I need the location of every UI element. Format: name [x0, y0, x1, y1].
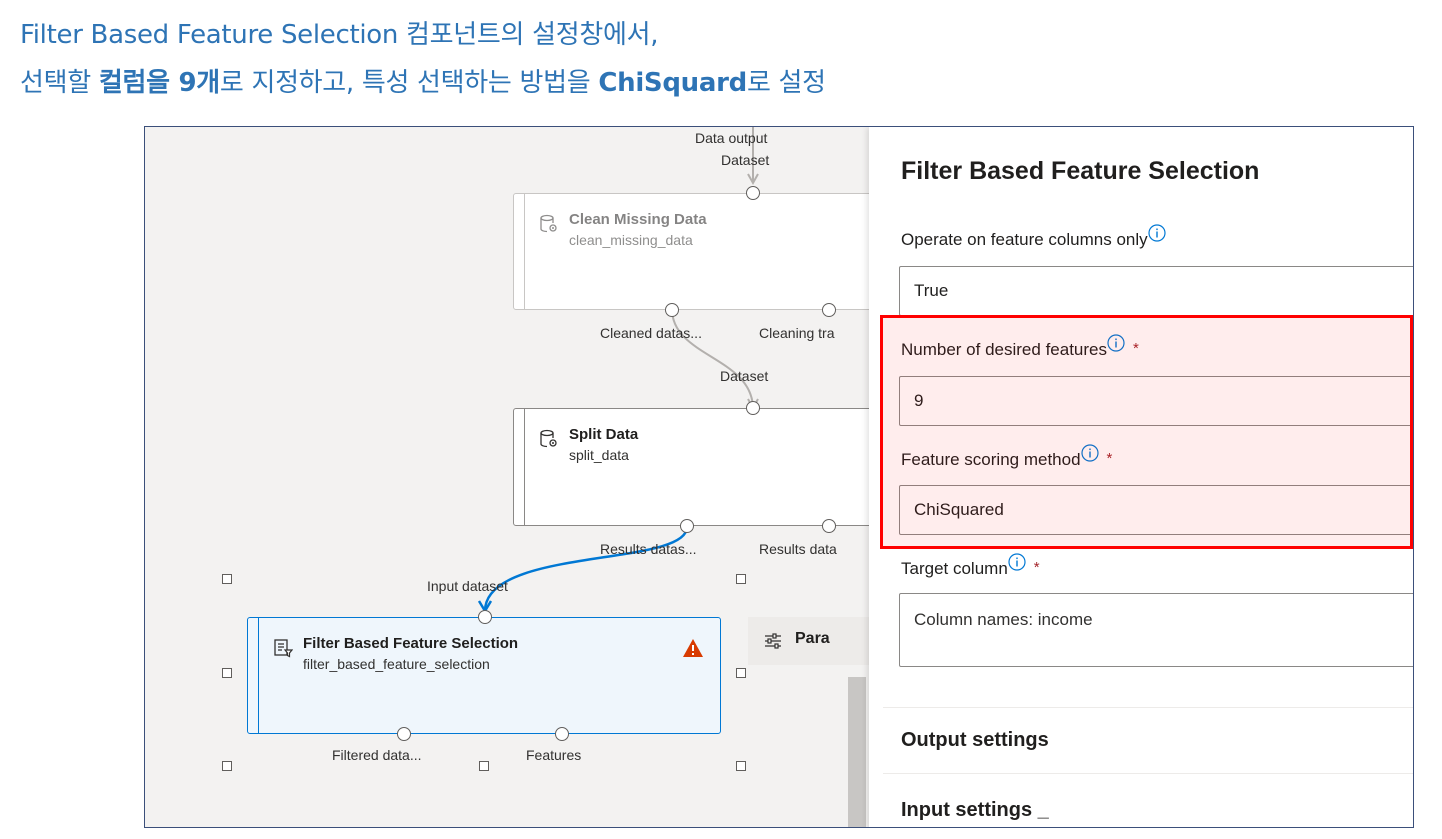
parameters-tab[interactable]: Para	[748, 617, 869, 665]
caption-text: 로 설정	[746, 68, 826, 98]
resize-handle[interactable]	[736, 761, 746, 771]
designer-screenshot: Data output Dataset Clean Missing Data c…	[144, 126, 1414, 828]
clean-to-split-connector	[671, 308, 754, 410]
node-title: Clean Missing Data	[569, 211, 707, 228]
operate-label: Operate on feature columns only	[901, 224, 1166, 250]
field-label-text: Target column	[901, 559, 1008, 578]
cleaned-dataset-label: Cleaned datas...	[600, 325, 702, 341]
filtered-dataset-port[interactable]	[397, 727, 411, 741]
resize-handle[interactable]	[479, 761, 489, 771]
output-settings-header[interactable]: Output settings	[901, 729, 1049, 752]
resize-handle[interactable]	[736, 574, 746, 584]
node-subtitle: filter_based_feature_selection	[303, 656, 490, 672]
cleaning-transform-port[interactable]	[822, 303, 836, 317]
node-title: Split Data	[569, 426, 639, 443]
features-port[interactable]	[555, 727, 569, 741]
node-title: Filter Based Feature Selection	[303, 635, 519, 652]
resize-handle[interactable]	[736, 668, 746, 678]
caption-line-1: Filter Based Feature Selection 컴포넌트의 설정창…	[20, 20, 659, 50]
field-label-text: Operate on feature columns only	[901, 230, 1148, 249]
resize-handle[interactable]	[222, 668, 232, 678]
cleaned-dataset-port[interactable]	[665, 303, 679, 317]
section-divider	[883, 707, 1413, 708]
split-data-node[interactable]: Split Data split_data	[513, 408, 869, 526]
node-subtitle: clean_missing_data	[569, 232, 693, 248]
pipeline-canvas[interactable]: Data output Dataset Clean Missing Data c…	[145, 127, 869, 827]
results-dataset1-label: Results datas...	[600, 541, 697, 557]
parameters-tab-label: Para	[795, 630, 830, 647]
split-input-port[interactable]	[746, 401, 760, 415]
features-label: Features	[526, 747, 582, 763]
document-filter-icon	[274, 639, 293, 658]
dataset-module-icon	[540, 429, 557, 448]
resize-handle[interactable]	[222, 761, 232, 771]
highlight-box	[880, 315, 1413, 549]
results-dataset1-port[interactable]	[680, 519, 694, 533]
filter-based-feature-selection-node[interactable]: Filter Based Feature Selection filter_ba…	[247, 617, 721, 734]
filter-input-port[interactable]	[478, 610, 492, 624]
panel-title: Filter Based Feature Selection	[901, 157, 1260, 185]
info-icon[interactable]	[1148, 224, 1166, 242]
clean-input-port[interactable]	[746, 186, 760, 200]
target-column-selector[interactable]: Column names: income	[899, 593, 1413, 667]
sliders-icon	[765, 633, 781, 649]
filtered-dataset-label: Filtered data...	[332, 747, 422, 763]
panel-scroll-strip[interactable]	[848, 677, 866, 827]
target-column-label: Target column *	[901, 553, 1040, 579]
caption-emphasis-columns: 컬럼을 9개	[98, 68, 220, 98]
dataset-label: Dataset	[721, 152, 770, 168]
operate-dropdown[interactable]: True	[899, 266, 1413, 316]
clean-missing-data-node[interactable]: Clean Missing Data clean_missing_data	[513, 193, 869, 310]
resize-handle[interactable]	[222, 574, 232, 584]
node-subtitle: split_data	[569, 447, 629, 463]
caption-text: 로 지정하고, 특성 선택하는 방법을	[219, 68, 599, 98]
caption-line-2: 선택할 컬럼을 9개로 지정하고, 특성 선택하는 방법을 ChiSquard로…	[20, 62, 826, 99]
results-dataset2-label: Results data	[759, 541, 837, 557]
caption-text: 선택할	[20, 68, 99, 98]
results-dataset2-port[interactable]	[822, 519, 836, 533]
cleaning-transform-label: Cleaning tra	[759, 325, 835, 341]
split-to-filter-connector	[483, 526, 689, 612]
caption-emphasis-method: ChiSquard	[598, 68, 747, 98]
warning-icon[interactable]	[682, 638, 704, 658]
section-divider	[883, 773, 1413, 774]
split-input-label: Dataset	[720, 368, 769, 384]
filter-input-label: Input dataset	[427, 578, 508, 594]
info-icon[interactable]	[1008, 553, 1026, 571]
input-settings-header[interactable]: Input settings _	[901, 799, 1049, 822]
dataset-module-icon	[540, 214, 557, 233]
data-output-label: Data output	[695, 130, 768, 146]
required-marker: *	[1033, 559, 1040, 576]
